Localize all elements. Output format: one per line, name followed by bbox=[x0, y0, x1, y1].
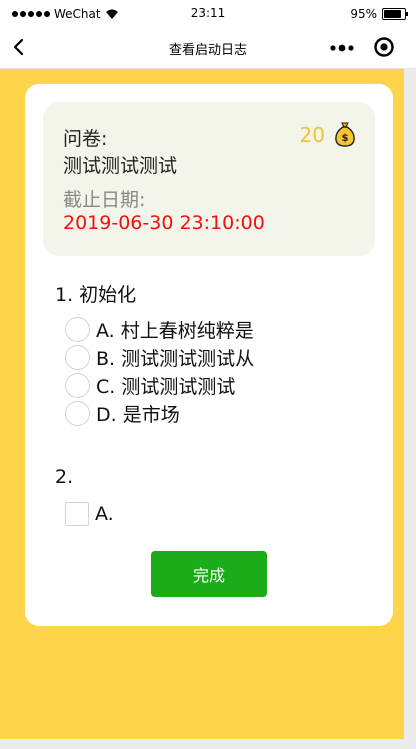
option-a[interactable]: A. 村上春树纯粹是 bbox=[65, 315, 254, 343]
option-d[interactable]: D. 是市场 bbox=[65, 399, 180, 427]
target-icon[interactable] bbox=[372, 35, 396, 59]
radio-button[interactable] bbox=[65, 316, 90, 342]
points-value: 20 bbox=[299, 123, 325, 147]
option-c[interactable]: C. 测试测试测试 bbox=[65, 371, 235, 399]
option-label: B. 测试测试测试从 bbox=[96, 347, 255, 370]
deadline-label: 截止日期: bbox=[63, 189, 146, 211]
submit-button[interactable]: 完成 bbox=[151, 551, 267, 597]
battery-fill bbox=[384, 10, 402, 18]
navigation-bar: 查看启动日志 bbox=[0, 28, 416, 69]
option-label: A. 村上春树纯粹是 bbox=[96, 319, 254, 342]
option-b[interactable]: B. 测试测试测试从 bbox=[65, 343, 254, 371]
money-bag-icon: $ bbox=[335, 122, 355, 147]
status-bar: WeChat 23:11 95% bbox=[0, 0, 416, 28]
battery-area: 95% bbox=[350, 7, 408, 21]
survey-label: 问卷: bbox=[63, 128, 108, 150]
page-background: 问卷: 测试测试测试 截止日期: 2019-06-30 23:10:00 20 … bbox=[0, 69, 404, 739]
checkbox[interactable] bbox=[65, 502, 89, 526]
option-label: C. 测试测试测试 bbox=[96, 375, 236, 398]
survey-name: 测试测试测试 bbox=[63, 155, 178, 177]
option-label: A. bbox=[95, 503, 114, 525]
option-a[interactable]: A. bbox=[65, 500, 114, 528]
radio-button[interactable] bbox=[65, 372, 90, 398]
question-title: 2. bbox=[55, 466, 74, 488]
svg-text:$: $ bbox=[342, 133, 349, 144]
radio-button[interactable] bbox=[65, 400, 90, 426]
survey-card: 问卷: 测试测试测试 截止日期: 2019-06-30 23:10:00 20 … bbox=[25, 84, 393, 626]
survey-info-panel: 问卷: 测试测试测试 截止日期: 2019-06-30 23:10:00 20 … bbox=[43, 102, 375, 256]
battery-icon bbox=[382, 8, 408, 20]
more-dots-icon[interactable] bbox=[328, 36, 356, 60]
deadline-value: 2019-06-30 23:10:00 bbox=[63, 212, 265, 234]
option-label: D. 是市场 bbox=[96, 403, 180, 426]
question-title: 1. 初始化 bbox=[55, 284, 137, 306]
radio-button[interactable] bbox=[65, 344, 90, 370]
battery-percent: 95% bbox=[350, 7, 377, 21]
